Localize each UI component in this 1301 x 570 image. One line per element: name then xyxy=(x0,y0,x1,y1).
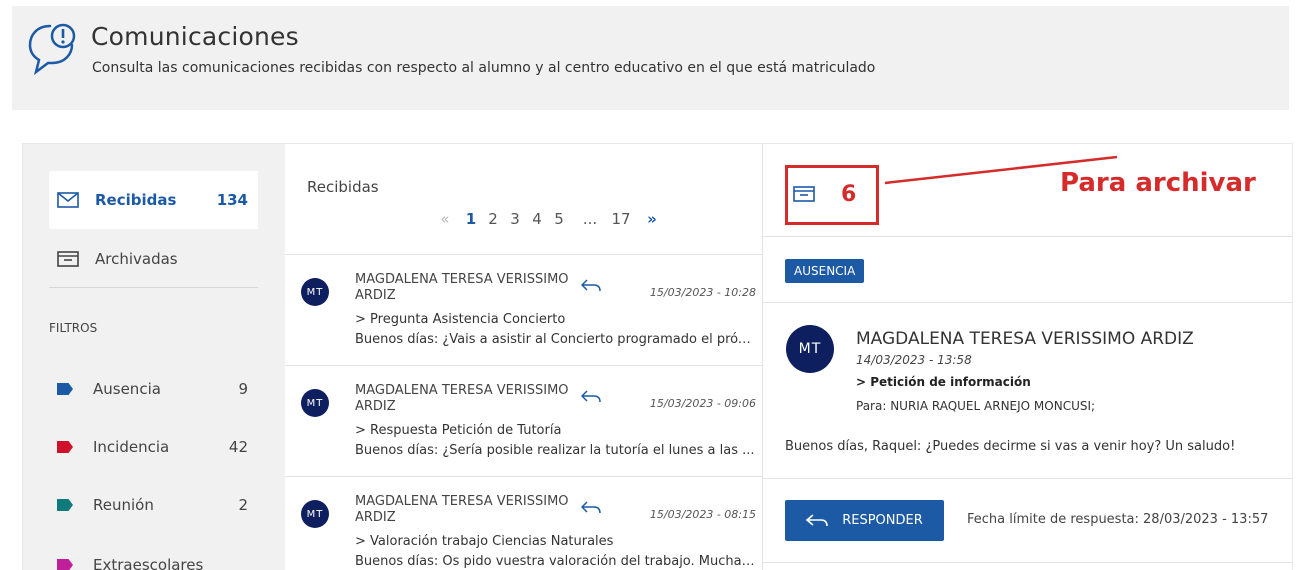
pagination-page[interactable]: 2 xyxy=(482,210,504,228)
reply-icon xyxy=(581,390,601,403)
filter-label: Incidencia xyxy=(93,438,170,456)
tag-icon xyxy=(57,383,73,395)
filter-count: 9 xyxy=(238,380,248,398)
message-sender: MAGDALENA TERESA VERISSIMO ARDIZ xyxy=(355,272,569,303)
message-date: 15/03/2023 - 08:15 xyxy=(649,508,756,521)
detail-subject: > Petición de información xyxy=(856,375,1031,389)
filter-label: Extraescolares xyxy=(93,556,204,570)
sidebar-item-label: Archivadas xyxy=(95,250,178,268)
pagination-ellipsis: ... xyxy=(582,210,598,228)
chat-alert-icon xyxy=(28,23,76,76)
sidebar: Recibidas 134 Archivadas FILTROS Ausenci… xyxy=(23,144,285,570)
pagination-page[interactable]: 17 xyxy=(610,210,632,228)
message-sender: MAGDALENA TERESA VERISSIMO ARDIZ xyxy=(355,383,569,414)
avatar: MT xyxy=(301,389,329,417)
detail-divider xyxy=(763,478,1293,479)
pagination-page[interactable]: 5 xyxy=(548,210,570,228)
pagination: « 1 2 3 4 5 ... 17 » xyxy=(430,210,672,228)
list-title: Recibidas xyxy=(307,178,379,196)
pagination-next[interactable]: » xyxy=(632,210,672,228)
list-item[interactable]: MT MAGDALENA TERESA VERISSIMO ARDIZ 15/0… xyxy=(285,255,762,366)
message-detail: 6 Para archivar AUSENCIA MT MAGDALENA TE… xyxy=(763,144,1293,570)
pagination-prev[interactable]: « xyxy=(430,210,460,228)
message-subject: > Valoración trabajo Ciencias Naturales xyxy=(355,534,614,549)
message-preview: Buenos días: ¿Sería posible realizar la … xyxy=(355,443,755,458)
reply-deadline: Fecha límite de respuesta: 28/03/2023 - … xyxy=(967,512,1269,527)
reply-icon xyxy=(806,513,829,526)
page-subtitle: Consulta las comunicaciones recibidas co… xyxy=(92,60,876,76)
avatar: MT xyxy=(786,325,834,373)
detail-date: 14/03/2023 - 13:58 xyxy=(856,353,972,367)
filter-count: 2 xyxy=(238,496,248,514)
reply-button[interactable]: RESPONDER xyxy=(785,500,944,541)
annotation-text: Para archivar xyxy=(1060,168,1256,198)
envelope-icon xyxy=(57,192,79,208)
tag-icon xyxy=(57,499,73,511)
message-date: 15/03/2023 - 09:06 xyxy=(649,397,756,410)
pagination-page[interactable]: 3 xyxy=(504,210,526,228)
message-preview: Buenos días: ¿Vais a asistir al Conciert… xyxy=(355,332,757,347)
pagination-page[interactable]: 4 xyxy=(526,210,548,228)
filter-incidencia[interactable]: Incidencia 42 xyxy=(49,418,258,476)
avatar: MT xyxy=(301,500,329,528)
filter-ausencia[interactable]: Ausencia 9 xyxy=(49,360,258,418)
detail-divider xyxy=(763,236,1293,237)
detail-recipient: Para: NURIA RAQUEL ARNEJO MONCUSI; xyxy=(856,399,1096,413)
detail-divider xyxy=(763,562,1293,563)
detail-body: Buenos días, Raquel: ¿Puedes decirme si … xyxy=(785,439,1236,454)
message-subject: > Respuesta Petición de Tutoría xyxy=(355,423,562,438)
list-item[interactable]: MT MAGDALENA TERESA VERISSIMO ARDIZ 15/0… xyxy=(285,366,762,477)
archive-icon[interactable] xyxy=(793,186,815,202)
annotation-number: 6 xyxy=(841,182,857,207)
pagination-page[interactable]: 1 xyxy=(460,210,482,228)
page-header: Comunicaciones Consulta las comunicacion… xyxy=(12,6,1289,110)
sidebar-item-recibidas[interactable]: Recibidas 134 xyxy=(49,171,258,229)
filter-reunion[interactable]: Reunión 2 xyxy=(49,476,258,534)
message-list: Recibidas « 1 2 3 4 5 ... 17 » MT MAGDAL… xyxy=(285,144,763,570)
message-subject: > Pregunta Asistencia Concierto xyxy=(355,312,566,327)
reply-icon xyxy=(581,501,601,514)
sidebar-item-count: 134 xyxy=(216,191,248,209)
message-preview: Buenos días: Os pido vuestra valoración … xyxy=(355,554,757,569)
avatar: MT xyxy=(301,278,329,306)
detail-sender: MAGDALENA TERESA VERISSIMO ARDIZ xyxy=(856,329,1194,349)
tag-icon xyxy=(57,559,73,570)
category-badge: AUSENCIA xyxy=(785,259,865,283)
sidebar-item-label: Recibidas xyxy=(95,191,177,209)
archive-icon xyxy=(57,251,79,267)
filter-count: 42 xyxy=(228,438,248,456)
tag-icon xyxy=(57,441,73,453)
message-date: 15/03/2023 - 10:28 xyxy=(649,286,756,299)
reply-button-label: RESPONDER xyxy=(842,513,923,528)
filters-heading: FILTROS xyxy=(49,321,98,335)
list-item[interactable]: MT MAGDALENA TERESA VERISSIMO ARDIZ 15/0… xyxy=(285,477,762,570)
page-title: Comunicaciones xyxy=(91,22,299,51)
filter-label: Reunión xyxy=(93,496,154,514)
filter-label: Ausencia xyxy=(93,380,161,398)
communications-panel: Recibidas 134 Archivadas FILTROS Ausenci… xyxy=(22,143,1293,570)
reply-icon xyxy=(581,279,601,292)
filter-extraescolares[interactable]: Extraescolares xyxy=(49,536,258,570)
sidebar-divider xyxy=(49,287,258,288)
message-sender: MAGDALENA TERESA VERISSIMO ARDIZ xyxy=(355,494,569,525)
detail-divider xyxy=(763,302,1293,303)
sidebar-item-archivadas[interactable]: Archivadas xyxy=(49,230,258,288)
